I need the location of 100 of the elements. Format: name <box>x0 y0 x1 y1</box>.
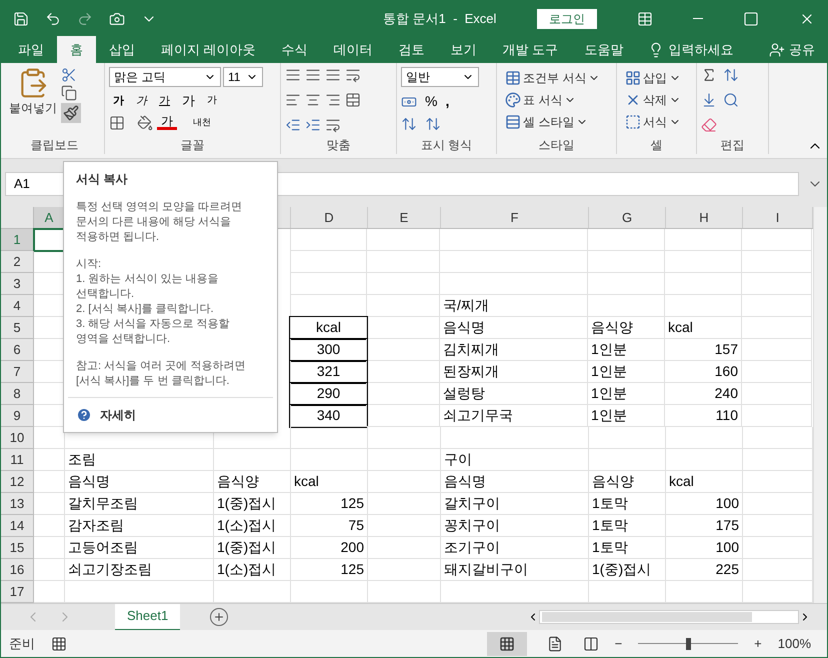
grow-font-button[interactable]: 가 <box>178 91 199 110</box>
ribbon-tab[interactable]: 파일 <box>5 36 57 63</box>
zoom-slider[interactable] <box>638 638 738 650</box>
table-cell[interactable]: 돼지갈비구이 <box>441 559 589 581</box>
column-header[interactable]: D <box>291 207 368 228</box>
table-cell[interactable]: 225 <box>666 559 743 581</box>
ribbon-tab[interactable]: 보기 <box>438 36 490 63</box>
table-cell[interactable] <box>368 427 441 449</box>
table-cell[interactable]: 음식명 <box>65 471 214 493</box>
ribbon-tab[interactable]: 페이지 레이아웃 <box>148 36 269 63</box>
table-cell[interactable] <box>665 295 742 317</box>
table-cell[interactable]: 340 <box>290 405 367 427</box>
font-name-field[interactable]: 맑은 고딕 <box>109 67 221 87</box>
share-button[interactable]: 공유 <box>789 40 815 60</box>
row-header[interactable]: 16 <box>1 559 34 581</box>
table-cell[interactable] <box>742 405 812 427</box>
table-cell[interactable] <box>290 251 367 273</box>
table-cell[interactable] <box>742 317 812 339</box>
table-cell[interactable] <box>368 449 441 471</box>
font-size-field[interactable]: 11 <box>223 67 263 87</box>
table-cell[interactable]: 1인분 <box>588 383 665 405</box>
table-cell[interactable]: 음식명 <box>441 471 589 493</box>
table-cell[interactable]: 300 <box>290 339 367 361</box>
table-cell[interactable]: 설렁탕 <box>440 383 588 405</box>
row-header[interactable]: 9 <box>1 405 34 427</box>
column-header[interactable]: G <box>589 207 666 228</box>
table-cell[interactable]: 갈치구이 <box>441 493 589 515</box>
table-cell[interactable]: 1(중)접시 <box>214 537 291 559</box>
table-cell[interactable]: 200 <box>291 537 368 559</box>
normal-view-icon[interactable] <box>498 636 515 652</box>
table-cell[interactable] <box>290 273 367 295</box>
table-cell[interactable] <box>666 427 743 449</box>
zoom-out-button[interactable]: − <box>614 634 622 654</box>
table-cell[interactable]: 조림 <box>65 449 214 471</box>
table-cell[interactable] <box>665 251 742 273</box>
table-cell[interactable]: 1(중)접시 <box>214 493 291 515</box>
table-cell[interactable]: 1(소)접시 <box>214 515 291 537</box>
table-cell[interactable] <box>214 449 291 471</box>
table-cell[interactable]: 110 <box>665 405 742 427</box>
format-painter-button[interactable] <box>61 103 81 123</box>
font-color-button[interactable]: 가 <box>157 115 177 130</box>
add-sheet-icon[interactable] <box>210 608 228 626</box>
table-cell[interactable] <box>34 559 65 581</box>
table-cell[interactable] <box>742 251 812 273</box>
cells-button[interactable]: 서식 <box>621 111 685 133</box>
table-cell[interactable] <box>665 229 742 251</box>
table-cell[interactable] <box>588 229 665 251</box>
minimize-icon[interactable] <box>693 18 703 19</box>
vertical-scrollbar[interactable] <box>813 207 827 603</box>
table-cell[interactable]: 175 <box>666 515 743 537</box>
table-cell[interactable]: 100 <box>666 537 743 559</box>
paste-button[interactable]: 붙여넣기 <box>9 99 57 117</box>
table-cell[interactable] <box>367 339 440 361</box>
table-cell[interactable] <box>368 515 441 537</box>
italic-button[interactable]: 가 <box>132 92 151 109</box>
table-cell[interactable] <box>368 493 441 515</box>
table-cell[interactable]: 1(소)접시 <box>214 559 291 581</box>
row-header[interactable]: 12 <box>1 471 34 493</box>
row-header[interactable]: 3 <box>1 273 34 295</box>
column-header[interactable]: E <box>368 207 441 228</box>
ribbon-tab[interactable]: 개발 도구 <box>490 36 572 63</box>
table-cell[interactable] <box>367 361 440 383</box>
table-cell[interactable] <box>742 273 812 295</box>
cells-button[interactable]: 삽입 <box>621 67 685 89</box>
table-cell[interactable] <box>34 515 65 537</box>
table-cell[interactable] <box>589 449 666 471</box>
table-cell[interactable] <box>666 449 743 471</box>
row-header[interactable]: 5 <box>1 317 34 339</box>
table-cell[interactable]: 321 <box>290 361 367 383</box>
table-cell[interactable]: 쇠고기무국 <box>440 405 588 427</box>
number-format-field[interactable]: 일반 <box>401 67 479 87</box>
ribbon-tab[interactable]: 검토 <box>386 36 438 63</box>
row-header[interactable]: 17 <box>1 581 34 603</box>
table-cell[interactable] <box>34 471 65 493</box>
horizontal-scrollbar[interactable] <box>539 610 799 624</box>
table-cell[interactable] <box>440 229 588 251</box>
table-cell[interactable] <box>665 273 742 295</box>
table-cell[interactable] <box>368 559 441 581</box>
table-cell[interactable]: kcal <box>666 471 743 493</box>
tell-me-field[interactable]: 입력하세요 <box>668 40 734 60</box>
table-cell[interactable]: 290 <box>290 383 367 405</box>
comma-button[interactable]: , <box>445 91 450 112</box>
table-cell[interactable] <box>588 251 665 273</box>
table-cell[interactable]: 1인분 <box>588 361 665 383</box>
phonetic-button[interactable]: 내천 <box>189 116 215 130</box>
table-cell[interactable]: 125 <box>291 559 368 581</box>
ribbon-tab[interactable]: 데이터 <box>320 36 386 63</box>
table-cell[interactable]: 감자조림 <box>65 515 214 537</box>
table-cell[interactable] <box>440 273 588 295</box>
table-cell[interactable]: 1인분 <box>588 339 665 361</box>
table-cell[interactable]: 음식양 <box>214 471 291 493</box>
table-cell[interactable] <box>367 295 440 317</box>
zoom-thumb[interactable] <box>686 638 692 650</box>
cells-button[interactable]: 삭제 <box>621 89 685 111</box>
table-cell[interactable]: 음식명 <box>440 317 588 339</box>
table-cell[interactable]: 1토막 <box>589 537 666 559</box>
row-header[interactable]: 6 <box>1 339 34 361</box>
table-cell[interactable] <box>290 229 367 251</box>
login-button[interactable]: 로그인 <box>537 8 597 28</box>
table-cell[interactable]: 1(중)접시 <box>589 559 666 581</box>
